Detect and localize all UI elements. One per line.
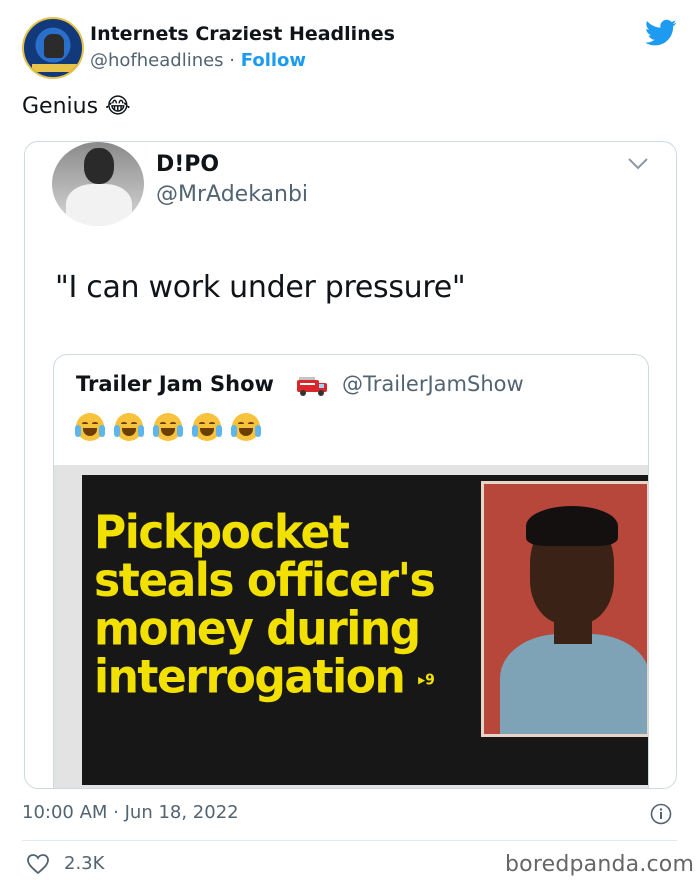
info-icon[interactable] <box>650 803 672 825</box>
divider <box>22 840 677 841</box>
fire-engine-emoji-icon <box>297 377 327 396</box>
watermark: boredpanda.com <box>505 852 695 877</box>
emoji-row <box>75 413 266 443</box>
author-name[interactable]: Internets Craziest Headlines <box>90 23 395 45</box>
tears-of-joy-icon <box>231 413 262 441</box>
heart-icon[interactable] <box>26 853 50 875</box>
photo-shirt <box>500 634 647 734</box>
quoted-author-name[interactable]: D!PO <box>156 152 219 177</box>
like-count: 2.3K <box>64 853 105 874</box>
avatar-band <box>32 64 78 72</box>
author-avatar[interactable] <box>22 17 84 79</box>
photo-hair <box>526 506 618 546</box>
crying-face-icon <box>75 413 105 441</box>
tears-of-joy-icon <box>192 413 223 441</box>
headline-line: steals officer's <box>94 554 436 608</box>
headline-line: interrogation ▸9 <box>94 650 474 705</box>
page-mark: ▸9 <box>418 671 435 689</box>
inner-author-handle[interactable]: @TrailerJamShow <box>342 372 524 396</box>
twitter-bird-icon[interactable] <box>645 19 677 47</box>
headline-line: Pickpocket <box>94 505 350 560</box>
tweet-text: Genius 😂 <box>22 94 131 119</box>
avatar-figure <box>44 34 64 58</box>
tears-of-joy-icon <box>153 413 184 441</box>
quoted-author-avatar[interactable] <box>52 142 144 226</box>
tweet-header: Internets Craziest Headlines @hofheadlin… <box>22 17 682 83</box>
quoted-tweet-card[interactable]: D!PO @MrAdekanbi "I can work under press… <box>24 141 677 789</box>
quoted-tweet-text: "I can work under pressure" <box>55 270 466 305</box>
headline-line-text: interrogation <box>94 650 406 705</box>
inner-quoted-card[interactable]: Trailer Jam Show @TrailerJamShow Pickpoc… <box>53 354 649 788</box>
author-handle[interactable]: @hofheadlines <box>90 50 224 71</box>
quoted-author-handle[interactable]: @MrAdekanbi <box>156 182 308 207</box>
chevron-down-icon[interactable] <box>627 157 649 171</box>
inner-author-name[interactable]: Trailer Jam Show <box>76 372 274 396</box>
clipping-headline: Pickpocket steals officer's money during… <box>94 505 474 705</box>
author-handle-line: @hofheadlines · Follow <box>90 50 306 71</box>
headline-line: money during <box>94 602 421 656</box>
avatar-head <box>84 148 114 184</box>
follow-button[interactable]: Follow <box>241 50 306 71</box>
suspect-photo <box>481 481 648 737</box>
tweet-timestamp[interactable]: 10:00 AM · Jun 18, 2022 <box>22 802 239 823</box>
handle-separator: · <box>229 50 236 71</box>
newspaper-clipping-image[interactable]: Pickpocket steals officer's money during… <box>54 465 648 788</box>
crying-face-icon <box>114 413 145 441</box>
avatar-body <box>66 184 132 226</box>
